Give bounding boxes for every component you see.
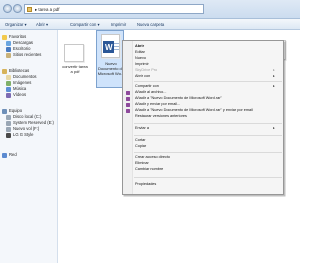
library-icon [2, 68, 7, 74]
menu-print[interactable]: Imprimir [135, 62, 149, 67]
menu-new[interactable]: Nuevo [135, 56, 146, 61]
file-item-selected[interactable]: W Nuevo Documento de Microsoft Wo... [96, 30, 124, 88]
submenu-arrow-icon: ▸ [273, 74, 275, 78]
menu-send-to[interactable]: Enviar a [135, 126, 149, 131]
menu-cut[interactable]: Cortar [135, 138, 146, 143]
menu-open[interactable]: Abrir [135, 44, 144, 49]
forward-button[interactable] [13, 4, 22, 13]
address-path: ▸ tarea a pdf [35, 7, 60, 12]
menu-share-with[interactable]: Compartir con [135, 84, 159, 89]
open-button[interactable]: Abrir ▾ [36, 21, 48, 28]
word-document-icon: W [101, 34, 120, 58]
menu-open-with[interactable]: Abrir con [135, 74, 150, 79]
share-button[interactable]: Compartir con ▾ [70, 21, 100, 28]
menu-properties[interactable]: Propiedades [135, 182, 156, 187]
submenu-arrow-icon: ▸ [273, 84, 275, 88]
folder-icon [27, 7, 32, 12]
svg-text:W: W [105, 43, 113, 52]
drive-icon [6, 120, 11, 126]
desktop-icon [6, 46, 11, 52]
menu-edit[interactable]: Editar [135, 50, 145, 55]
sidebar-item-network[interactable]: Red [2, 152, 17, 158]
star-icon [2, 34, 7, 40]
winrar-icon [126, 108, 130, 113]
menu-separator [134, 123, 282, 124]
menu-rename[interactable]: Cambiar nombre [135, 167, 163, 172]
menu-create-shortcut[interactable]: Crear acceso directo [135, 155, 170, 160]
winrar-icon [126, 90, 130, 95]
menu-add-rar-email[interactable]: Añadir a "Nuevo Documento de Microsoft W… [135, 108, 253, 113]
submenu-arrow-icon: ▸ [273, 126, 275, 130]
menu-skydrive-pro[interactable]: SkyDrive Pro [135, 68, 157, 73]
address-field[interactable]: ▸ tarea a pdf [24, 4, 204, 14]
menu-compress-email[interactable]: Añadir y enviar por email... [135, 102, 180, 107]
file-item[interactable]: convertir tarea a pdf [62, 42, 88, 78]
command-bar: Organizar ▾ Abrir ▾ Compartir con ▾ Impr… [0, 19, 300, 30]
new-folder-button[interactable]: Nueva carpeta [137, 21, 164, 28]
navigation-pane: Favoritos Descargas Escritorio Sitios re… [0, 30, 58, 263]
menu-separator [134, 177, 282, 178]
music-icon [6, 86, 11, 92]
documents-icon [6, 74, 11, 80]
computer-icon [2, 108, 7, 114]
address-bar: ▸ tarea a pdf [0, 0, 300, 19]
winrar-icon [126, 96, 130, 101]
network-icon [2, 152, 7, 158]
sidebar-item-videos[interactable]: Vídeos [6, 92, 26, 98]
submenu-arrow-icon: ▸ [273, 68, 275, 72]
drive-icon [6, 114, 11, 120]
menu-delete[interactable]: Eliminar [135, 161, 149, 166]
pictures-icon [6, 80, 11, 86]
sidebar-item-recent[interactable]: Sitios recientes [6, 52, 41, 58]
back-button[interactable] [3, 4, 12, 13]
sidebar-item-lg[interactable]: LG G Style [6, 132, 33, 138]
menu-separator [134, 152, 282, 153]
pdf-thumbnail-icon [64, 44, 84, 62]
drive-icon [6, 126, 11, 132]
phone-icon [6, 132, 11, 138]
menu-add-to-rar[interactable]: Añadir a "Nuevo Documento de Microsoft W… [135, 96, 222, 101]
recent-places-icon [6, 52, 11, 58]
menu-copy[interactable]: Copiar [135, 144, 146, 149]
menu-separator [134, 81, 282, 82]
organize-button[interactable]: Organizar ▾ [5, 21, 27, 28]
menu-restore-previous[interactable]: Restaurar versiones anteriores [135, 114, 187, 119]
print-button[interactable]: Imprimir [111, 21, 126, 28]
menu-add-to-archive[interactable]: Añadir al archivo... [135, 90, 166, 95]
videos-icon [6, 92, 11, 98]
download-icon [6, 40, 11, 46]
context-menu: Abrir Editar Nuevo Imprimir SkyDrive Pro… [122, 40, 284, 195]
winrar-icon [126, 102, 130, 107]
menu-separator [134, 135, 282, 136]
